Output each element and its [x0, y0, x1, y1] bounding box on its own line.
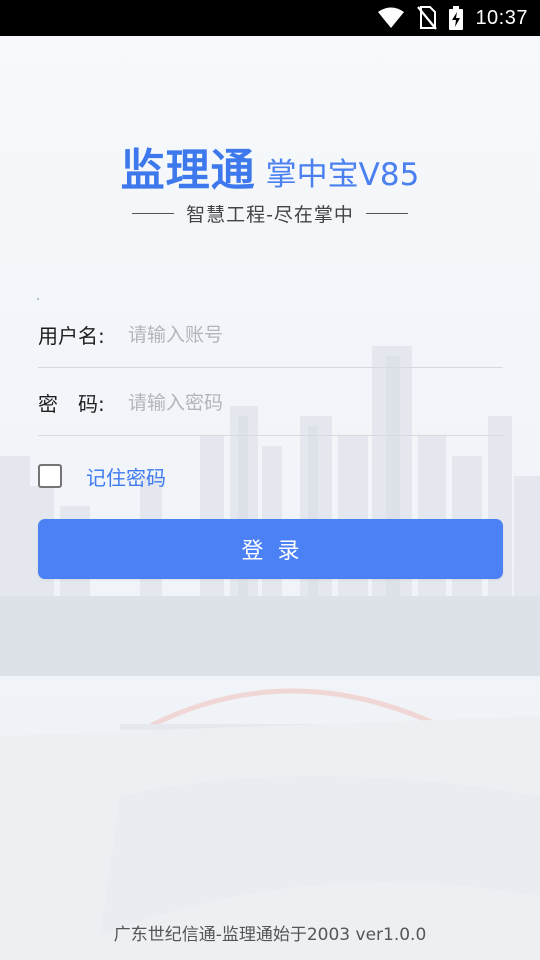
password-input[interactable] [128, 382, 503, 423]
status-time: 10:37 [475, 6, 528, 29]
footer-copyright: 广东世纪信通-监理通始于2003 ver1.0.0 [113, 925, 427, 945]
app-title-main: 监理通 [120, 145, 256, 196]
remember-password-checkbox[interactable] [38, 464, 62, 488]
status-bar: 10:37 [0, 0, 540, 36]
remember-password-label[interactable]: 记住密码 [86, 462, 166, 491]
decorative-dot [37, 298, 39, 300]
app-title: 监理通 掌中宝V85 [0, 134, 540, 198]
slogan-text: 智慧工程-尽在掌中 [186, 204, 354, 226]
username-input[interactable] [128, 314, 503, 355]
login-screen: 监理通 掌中宝V85 智慧工程-尽在掌中 用户名: 密 码: 记住密码 登录 广… [0, 36, 540, 960]
password-row: 密 码: [38, 370, 503, 436]
slogan-divider-left [132, 212, 175, 215]
no-sim-icon [417, 6, 438, 30]
battery-charging-icon [449, 6, 464, 30]
slogan-divider-right [365, 212, 408, 215]
password-label: 密 码: [38, 392, 105, 416]
slogan: 智慧工程-尽在掌中 [0, 200, 540, 227]
username-label: 用户名: [38, 324, 105, 348]
wifi-icon [377, 7, 405, 29]
username-row: 用户名: [38, 302, 503, 368]
app-title-sub: 掌中宝V85 [265, 157, 420, 193]
remember-password-row[interactable]: 记住密码 [38, 460, 166, 492]
login-button[interactable]: 登录 [38, 519, 503, 579]
